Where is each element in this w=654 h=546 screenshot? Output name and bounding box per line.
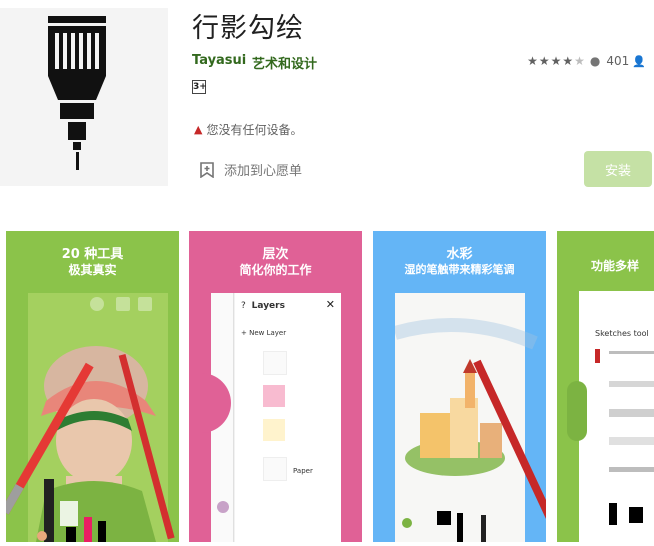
bookmark-plus-icon [200,161,214,178]
star-icon: ★ [538,54,550,68]
person-icon: ● [589,54,601,68]
warning-icon: ▲ [194,123,203,136]
screenshot-2[interactable]: 层次 简化你的工作 ? Layers ✕ + New Layer Paper [189,231,362,542]
app-icon [0,8,168,186]
paper-label: Paper [293,467,313,475]
screenshot-4-caption-1: 功能多样 [591,259,640,273]
star-icon: ★ [550,54,562,68]
person-icon-2: 👤 [632,54,646,68]
star-icon: ★ [527,54,538,68]
device-warning: ▲ 您没有任何设备。 [194,121,302,138]
rating: ★★★★★ ● 401 👤 [526,54,646,68]
wishlist-button[interactable]: 添加到心愿单 [200,160,302,179]
screenshot-1-caption-1: 20 种工具 [61,247,124,262]
tools-panel-title: Sketches tool [595,329,649,338]
layer-thumb[interactable] [263,385,285,407]
screenshot-3-caption-2: 湿的笔触带来精彩笔调 [404,263,515,276]
install-button[interactable]: 安装 [584,151,652,187]
screenshot-4[interactable]: 功能多样 Sketches tool [557,231,654,542]
age-rating-badge: 3+ [192,80,207,94]
app-title: 行影勾绘 [192,13,304,44]
screenshot-2-caption-2: 简化你的工作 [239,263,312,277]
layers-screen: ? Layers ✕ + New Layer Paper [201,293,341,542]
screenshot-2-caption-1: 层次 [262,247,289,262]
watercolor-illustration [395,318,546,542]
close-icon[interactable]: ✕ [326,298,335,311]
screenshot-3-caption-1: 水彩 [446,247,473,262]
boy-drawing-illustration [6,297,175,542]
technical-pen-icon [48,16,106,170]
star-icon: ★ [562,54,574,68]
rating-count: 401 [606,54,630,68]
help-icon[interactable]: ? [241,301,246,311]
star-icon: ★ [574,54,585,68]
rating-stars: ★★★★★ [526,54,585,68]
screenshot-1[interactable]: 20 种工具 极其真实 [6,231,179,542]
developer-link[interactable]: Tayasui [192,53,246,68]
category-link[interactable]: 艺术和设计 [252,53,317,72]
new-layer-button[interactable]: + New Layer [241,329,286,337]
screenshot-1-caption-2: 极其真实 [68,263,117,277]
layer-thumb[interactable] [263,419,285,441]
layers-title: Layers [251,301,285,311]
tools-screen: Sketches tool [567,291,654,542]
layer-thumb[interactable] [263,351,287,375]
device-warning-text: 您没有任何设备。 [206,123,303,137]
paper-thumb[interactable] [263,457,287,481]
screenshot-3[interactable]: 水彩 湿的笔触带来精彩笔调 [373,231,546,542]
wishlist-label: 添加到心愿单 [224,164,303,179]
